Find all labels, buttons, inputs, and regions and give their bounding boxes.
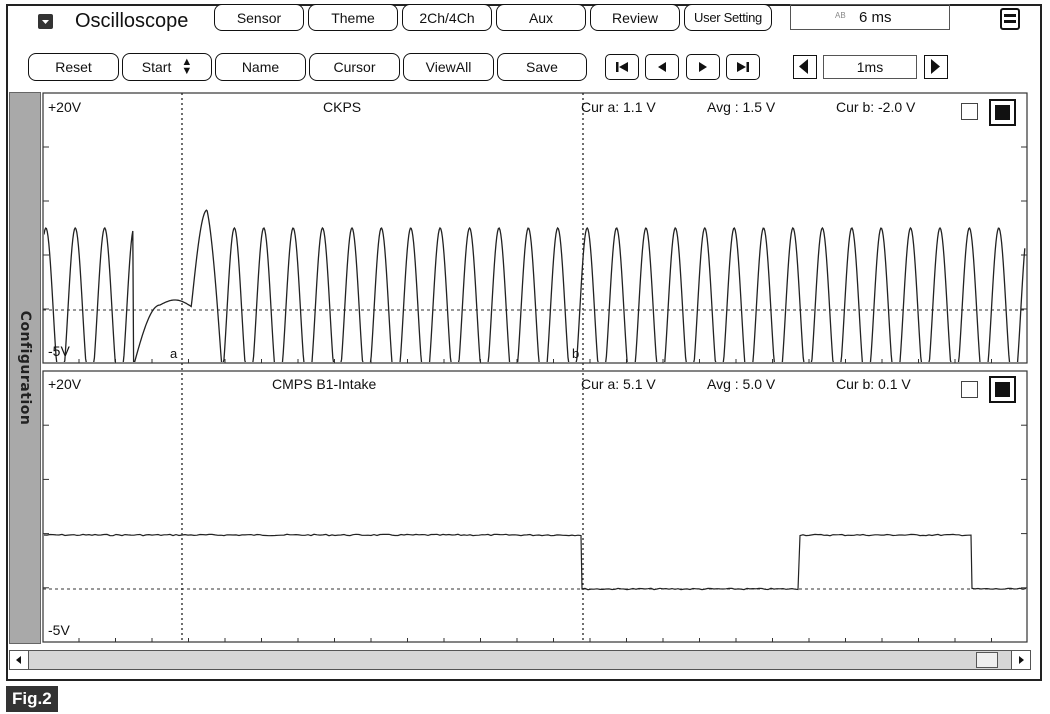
save-button[interactable]: Save (497, 53, 587, 81)
name-button[interactable]: Name (215, 53, 306, 81)
start-select[interactable]: Start ▲ ▼ (122, 53, 212, 81)
ch1-top-voltage: +20V (48, 99, 82, 115)
timebase-decrease-button[interactable] (793, 55, 817, 79)
cursor-a-marker: a (170, 346, 178, 361)
time-display: AB 6 ms (790, 4, 950, 30)
skip-to-end-icon (737, 62, 749, 72)
arrow-right-icon (931, 59, 940, 74)
updown-arrows-icon: ▲ ▼ (181, 56, 193, 77)
ch2-cursor-b-value: Cur b: 0.1 V (836, 376, 911, 392)
step-forward-icon (699, 62, 707, 72)
ch2-top-voltage: +20V (48, 376, 82, 392)
ch2-select-checkbox[interactable] (961, 381, 978, 398)
cursor-button[interactable]: Cursor (309, 53, 400, 81)
step-back-button[interactable] (645, 54, 679, 80)
timebase-value: 1ms (856, 59, 884, 75)
arrow-left-icon (799, 59, 808, 74)
ch2-maximize-icon[interactable] (989, 376, 1016, 403)
ch2-cursor-a-value: Cur a: 5.1 V (581, 376, 656, 392)
ch2-name: CMPS B1-Intake (272, 376, 377, 392)
ch1-cursor-b-value: Cur b: -2.0 V (836, 99, 916, 115)
start-label: Start (141, 59, 172, 75)
ch1-bottom-voltage: -5V (48, 343, 70, 359)
skip-to-start-button[interactable] (605, 54, 639, 80)
channel-mode-button[interactable]: 2Ch/4Ch (402, 4, 492, 31)
window-menu-icon[interactable] (1000, 8, 1020, 30)
timebase-display: 1ms (823, 55, 917, 79)
theme-button[interactable]: Theme (308, 4, 398, 31)
cursor-b-marker: b (572, 346, 580, 361)
scroll-thumb[interactable] (976, 652, 998, 668)
ch1-select-checkbox[interactable] (961, 103, 978, 120)
menu-collapse-icon[interactable] (38, 14, 53, 29)
ch2-bottom-voltage: -5V (48, 622, 70, 638)
reset-button[interactable]: Reset (28, 53, 119, 81)
time-icon: AB (835, 11, 846, 20)
configuration-label: Configuration (17, 310, 33, 426)
figure-label: Fig.2 (6, 686, 58, 712)
user-setting-button[interactable]: User Setting (684, 4, 772, 31)
review-button[interactable]: Review (590, 4, 680, 31)
scroll-right-icon[interactable] (1011, 651, 1030, 669)
step-forward-button[interactable] (686, 54, 720, 80)
configuration-sidebar[interactable]: Configuration (9, 92, 41, 644)
skip-to-end-button[interactable] (726, 54, 760, 80)
ch2-average-value: Avg : 5.0 V (707, 376, 776, 392)
viewall-button[interactable]: ViewAll (403, 53, 494, 81)
ch1-name: CKPS (323, 99, 362, 115)
skip-to-start-icon (616, 62, 628, 72)
horizontal-scrollbar[interactable] (9, 650, 1031, 670)
timebase-increase-button[interactable] (924, 55, 948, 79)
time-value: 6 ms (859, 9, 892, 26)
step-back-icon (658, 62, 666, 72)
sensor-button[interactable]: Sensor (214, 4, 304, 31)
scroll-left-icon[interactable] (10, 651, 29, 669)
app-title: Oscilloscope (75, 10, 189, 32)
aux-button[interactable]: Aux (496, 4, 586, 31)
ch1-average-value: Avg : 1.5 V (707, 99, 776, 115)
ch1-cursor-a-value: Cur a: 1.1 V (581, 99, 656, 115)
ch1-maximize-icon[interactable] (989, 99, 1016, 126)
